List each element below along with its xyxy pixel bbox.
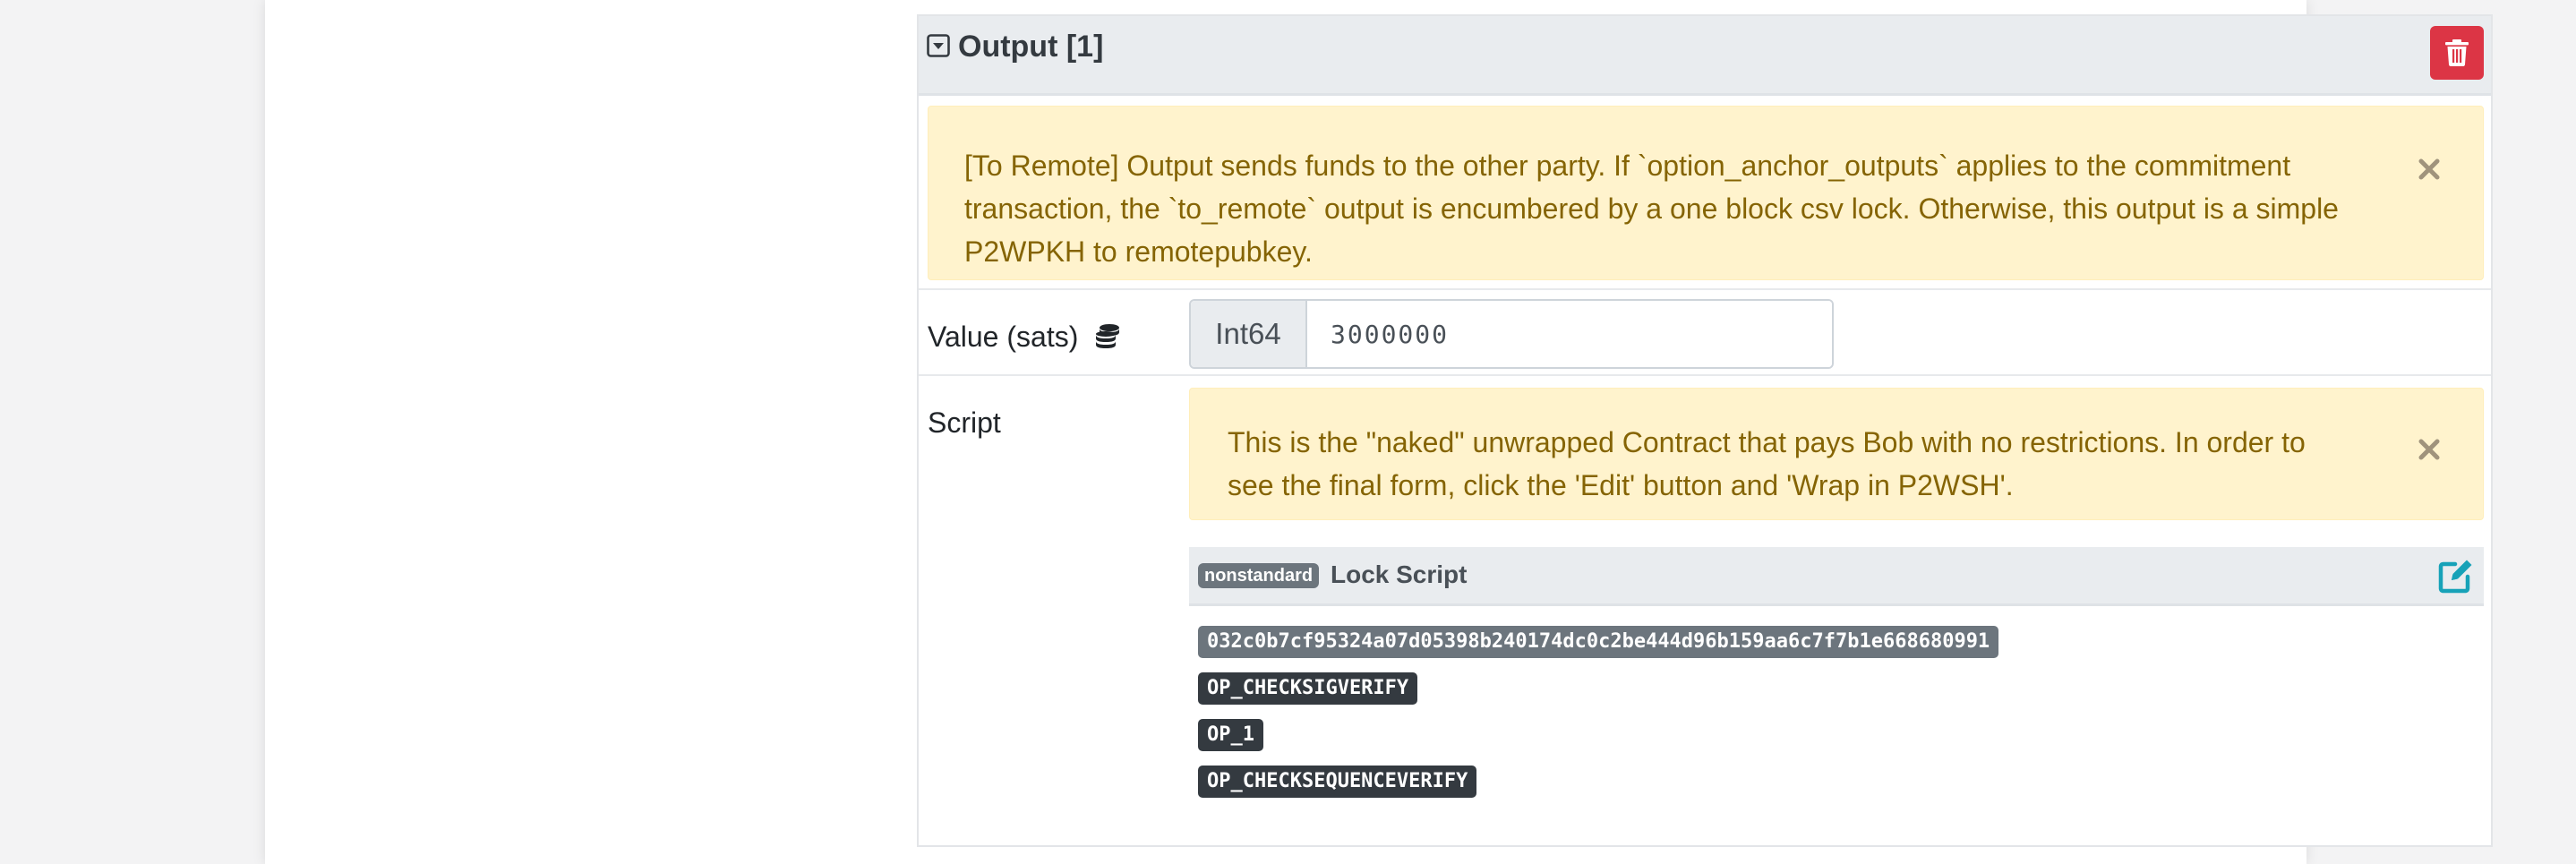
output-info-alert: [To Remote] Output sends funds to the ot… (928, 106, 2484, 280)
value-input-group: Int64 (1189, 299, 1834, 369)
edit-script-button[interactable] (2435, 556, 2477, 597)
output-card-header[interactable]: Output [1] (919, 16, 2491, 96)
value-label: Value (sats) (928, 319, 1122, 355)
script-op-checksequenceverify[interactable]: OP_CHECKSEQUENCEVERIFY (1198, 766, 1477, 798)
row-divider (919, 288, 2491, 290)
script-op-1[interactable]: OP_1 (1198, 719, 1263, 751)
close-icon[interactable] (2413, 433, 2445, 466)
coins-icon (1096, 324, 1120, 348)
script-label: Script (928, 406, 1001, 439)
row-divider (919, 374, 2491, 376)
value-input[interactable] (1307, 301, 1832, 367)
trash-icon (2445, 39, 2469, 66)
lock-script-title: Lock Script (1331, 560, 1468, 588)
close-icon[interactable] (2413, 153, 2445, 185)
edit-icon (2438, 560, 2472, 593)
script-info-text: This is the "naked" unwrapped Contract t… (1228, 426, 2306, 501)
output-title: Output [1] (958, 30, 1104, 64)
script-type-badge: nonstandard (1198, 563, 1320, 588)
output-info-text: [To Remote] Output sends funds to the ot… (964, 150, 2339, 268)
delete-output-button[interactable] (2430, 26, 2484, 80)
output-card: Output [1] [To Remote] Output sends fund… (917, 14, 2493, 847)
script-op-checksigverify[interactable]: OP_CHECKSIGVERIFY (1198, 672, 1418, 705)
value-label-text: Value (sats) (928, 321, 1079, 353)
script-op-pubkey[interactable]: 032c0b7cf95324a07d05398b240174dc0c2be444… (1198, 626, 1999, 658)
lock-script-header: nonstandard Lock Script (1189, 547, 2484, 606)
script-info-alert: This is the "naked" unwrapped Contract t… (1189, 388, 2484, 520)
page-content: Output [1] [To Remote] Output sends fund… (265, 0, 2493, 864)
caret-square-down-icon[interactable] (927, 34, 950, 57)
int64-prefix: Int64 (1191, 301, 1307, 367)
